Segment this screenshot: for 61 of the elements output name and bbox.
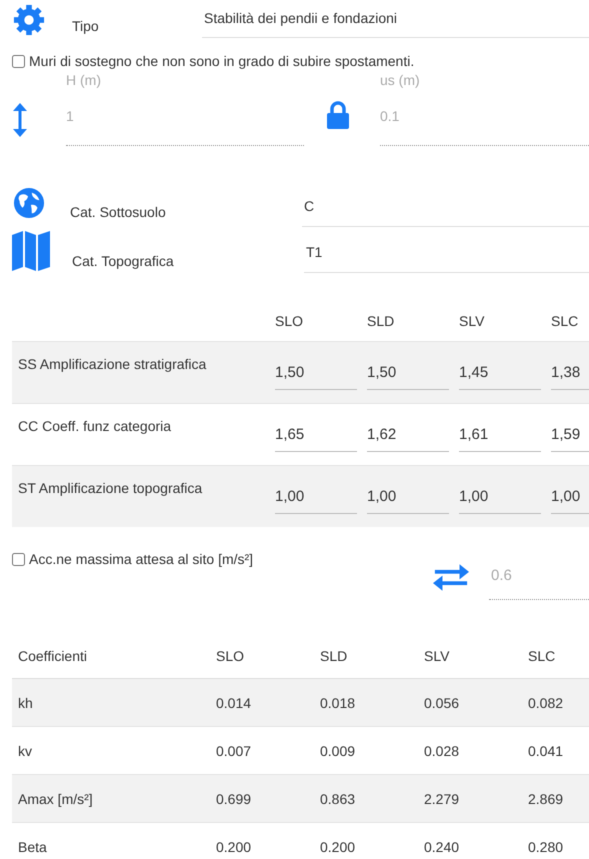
field-label: Cat. Sottosuolo <box>70 204 167 220</box>
map-icon <box>12 231 50 271</box>
column-header: SLO <box>215 648 246 664</box>
value-field[interactable]: 1,00 <box>551 486 589 514</box>
value-field[interactable]: 1,50 <box>367 362 449 390</box>
table-cell-text: 0.018 <box>319 694 356 710</box>
column-header: SLC <box>551 313 580 329</box>
column-header: SLD <box>319 648 348 664</box>
table-cell-text: 0.028 <box>423 742 460 758</box>
checkbox[interactable] <box>12 54 25 68</box>
checkbox-label: Acc.ne massima attesa al sito [m/s²] <box>29 551 254 567</box>
table-cell-text: 0.699 <box>215 790 252 806</box>
value-field[interactable]: 1,62 <box>367 424 449 452</box>
row-label: SS Amplificazione stratigrafica <box>17 355 208 374</box>
floating-label: H (m) <box>66 72 102 88</box>
row-label: CC Coeff. funz categoria <box>17 417 172 436</box>
column-header: SLC <box>527 648 556 664</box>
type-field[interactable]: Stabilità dei pendii e fondazioni <box>202 0 589 38</box>
value-field[interactable]: 1,59 <box>551 424 589 452</box>
table-cell-text: 0.082 <box>527 694 564 710</box>
vertical-arrows-icon <box>13 103 27 137</box>
value-field[interactable]: 1,61 <box>459 424 541 452</box>
column-header: SLD <box>367 313 396 329</box>
value-field[interactable]: 1,65 <box>275 424 357 452</box>
table-cell-text: 0.041 <box>527 742 564 758</box>
table-cell-text: Beta <box>17 838 48 854</box>
table-cell-text: kh <box>17 694 34 710</box>
table-cell-text: 0.863 <box>319 790 356 806</box>
table-cell-text: 2.279 <box>423 790 460 806</box>
table-cell-text: 0.200 <box>215 838 252 854</box>
table-cell-text: 0.009 <box>319 742 356 758</box>
column-header: SLV <box>423 648 450 664</box>
field-label: Tipo <box>72 18 100 34</box>
floating-label: us (m) <box>380 72 421 88</box>
value-field[interactable]: 1,00 <box>275 486 357 514</box>
value-field[interactable]: 1,45 <box>459 362 541 390</box>
field-label: Cat. Topografica <box>72 253 175 269</box>
row-label: ST Amplificazione topografica <box>17 479 204 498</box>
value-field[interactable]: 1,50 <box>275 362 357 390</box>
category-field[interactable]: C <box>302 190 589 227</box>
table-cell-text: Amax [m/s²] <box>17 790 94 806</box>
category-field[interactable]: T1 <box>304 236 589 273</box>
table-cell-text: kv <box>17 742 33 758</box>
globe-icon <box>12 187 46 219</box>
table-cell-text: 0.014 <box>215 694 252 710</box>
lock-icon <box>326 101 350 129</box>
value-field[interactable]: 1,00 <box>367 486 449 514</box>
table-cell-text: 0.200 <box>319 838 356 854</box>
table-cell-text: 0.280 <box>527 838 564 854</box>
table-cell-text: 0.007 <box>215 742 252 758</box>
swap-arrows-icon <box>433 564 469 591</box>
settings-icon <box>12 4 46 36</box>
value-field[interactable]: 1,38 <box>551 362 589 390</box>
column-header: SLO <box>275 313 304 329</box>
table-cell-text: 2.869 <box>527 790 564 806</box>
value-field[interactable]: 1,00 <box>459 486 541 514</box>
table-cell-text: 0.056 <box>423 694 460 710</box>
table-cell-text: 0.240 <box>423 838 460 854</box>
checkbox-label: Muri di sostegno che non sono in grado di subire spostamenti. <box>29 53 414 69</box>
column-header: SLV <box>459 313 486 329</box>
column-header: Coefficienti <box>17 648 88 664</box>
